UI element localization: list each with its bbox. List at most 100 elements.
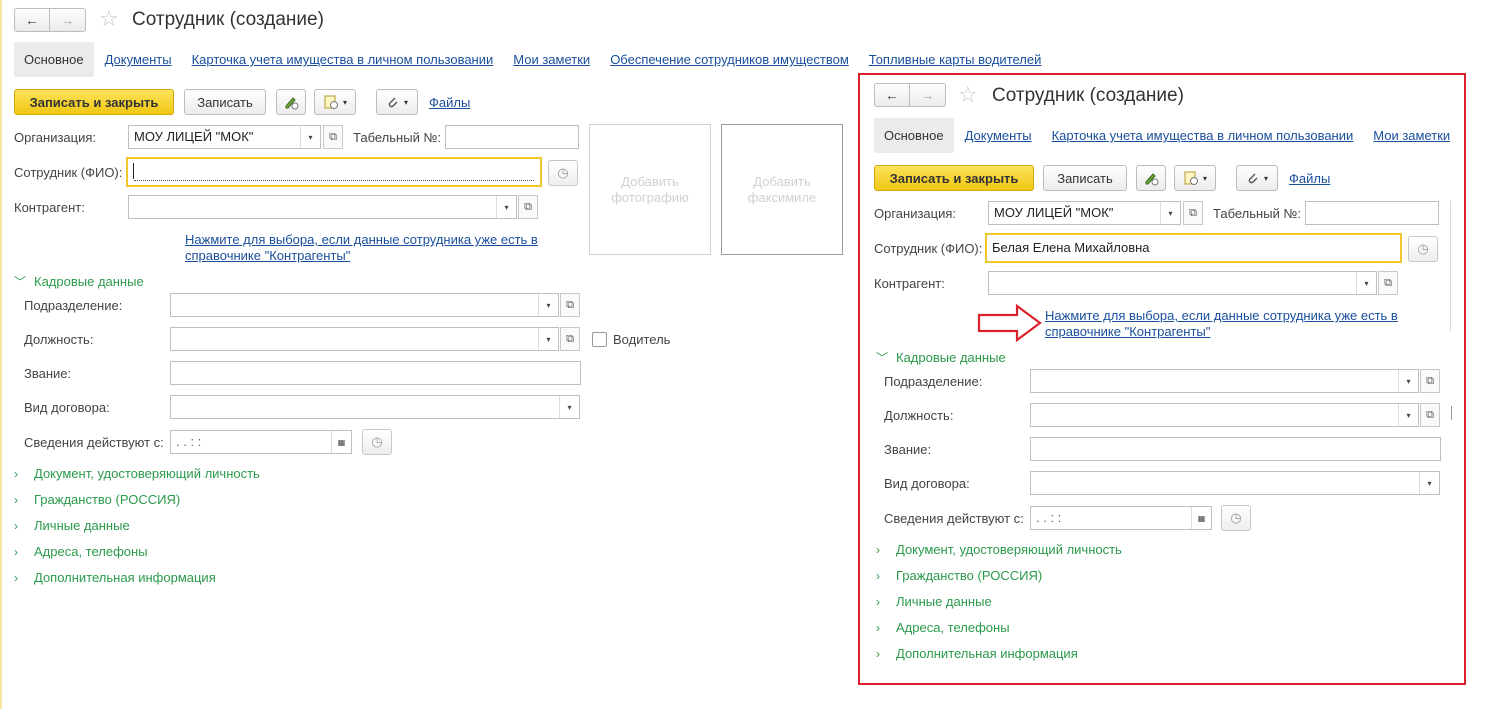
panel-divider xyxy=(1450,201,1451,331)
department-field[interactable]: ▾ xyxy=(1030,369,1419,393)
section-title: Кадровые данные xyxy=(896,350,1006,365)
section-citizenship[interactable]: › Гражданство (РОССИЯ) xyxy=(876,568,1042,583)
chevron-down-icon[interactable]: ▾ xyxy=(496,196,516,218)
chevron-down-icon[interactable]: ▾ xyxy=(1356,272,1376,294)
add-facsimile-area[interactable]: Добавить факсимиле xyxy=(721,124,843,255)
edit-pen-button[interactable] xyxy=(1136,165,1166,191)
hr-data-section[interactable]: ﹀ Кадровые данные xyxy=(14,273,144,290)
report-menu-button[interactable]: ▾ xyxy=(1174,165,1216,191)
employee-name-field[interactable] xyxy=(126,157,542,187)
report-icon xyxy=(1184,171,1198,185)
calendar-icon[interactable]: ▦ xyxy=(331,431,351,453)
open-icon[interactable]: ⧉ xyxy=(1420,403,1440,427)
back-icon[interactable]: ← xyxy=(874,83,910,107)
rank-field[interactable] xyxy=(1030,437,1441,461)
history-icon[interactable]: ◷ xyxy=(548,160,578,186)
history-icon[interactable]: ◷ xyxy=(1221,505,1251,531)
tab-number-field[interactable] xyxy=(445,125,579,149)
section-identity-document[interactable]: › Документ, удостоверяющий личность xyxy=(14,466,260,481)
contract-type-field[interactable]: ▾ xyxy=(1030,471,1440,495)
calendar-icon[interactable]: ▦ xyxy=(1191,507,1211,529)
tab-property-card[interactable]: Карточка учета имущества в личном пользо… xyxy=(1052,128,1354,143)
select-from-contractors-link-line2[interactable]: справочнике "Контрагенты" xyxy=(185,248,350,263)
contract-type-field[interactable]: ▾ xyxy=(170,395,580,419)
paperclip-icon xyxy=(388,97,398,108)
attach-menu-button[interactable]: ▾ xyxy=(376,89,418,115)
valid-from-label: Сведения действуют с: xyxy=(24,435,164,450)
tab-notes[interactable]: Мои заметки xyxy=(513,52,590,67)
chevron-down-icon[interactable]: ▾ xyxy=(1398,370,1418,392)
favorite-star-icon[interactable]: ☆ xyxy=(958,84,978,106)
contractor-field[interactable]: ▾ xyxy=(988,271,1377,295)
chevron-down-icon[interactable]: ▾ xyxy=(538,294,558,316)
open-icon[interactable]: ⧉ xyxy=(1183,201,1203,225)
organization-field[interactable]: МОУ ЛИЦЕЙ "МОК" ▾ xyxy=(128,125,321,149)
select-from-contractors-link[interactable]: Нажмите для выбора, если данные сотрудни… xyxy=(185,232,538,247)
tab-documents[interactable]: Документы xyxy=(105,52,172,67)
driver-checkbox[interactable] xyxy=(592,332,607,347)
favorite-star-icon[interactable]: ☆ xyxy=(99,8,119,30)
valid-from-date-field[interactable]: . . : : ▦ xyxy=(1030,506,1212,530)
attach-menu-button[interactable]: ▾ xyxy=(1236,165,1278,191)
section-personal-data[interactable]: › Личные данные xyxy=(876,594,992,609)
hr-data-section[interactable]: ﹀ Кадровые данные xyxy=(876,349,1006,366)
tab-documents[interactable]: Документы xyxy=(965,128,1032,143)
open-icon[interactable]: ⧉ xyxy=(323,125,343,149)
open-icon[interactable]: ⧉ xyxy=(518,195,538,219)
tab-property-card[interactable]: Карточка учета имущества в личном пользо… xyxy=(192,52,494,67)
history-icon[interactable]: ◷ xyxy=(1408,236,1438,262)
rank-field[interactable] xyxy=(170,361,581,385)
section-additional-info[interactable]: › Дополнительная информация xyxy=(876,646,1078,661)
chevron-down-icon[interactable]: ▾ xyxy=(1419,472,1439,494)
files-link[interactable]: Файлы xyxy=(1289,171,1330,186)
save-and-close-button[interactable]: Записать и закрыть xyxy=(874,165,1034,191)
tab-main[interactable]: Основное xyxy=(14,42,94,77)
section-addresses-phones[interactable]: › Адреса, телефоны xyxy=(876,620,1010,635)
edit-pen-button[interactable] xyxy=(276,89,306,115)
section-citizenship[interactable]: › Гражданство (РОССИЯ) xyxy=(14,492,180,507)
open-icon[interactable]: ⧉ xyxy=(1420,369,1440,393)
date-placeholder: . . : : xyxy=(1036,510,1062,525)
chevron-down-icon[interactable]: ▾ xyxy=(538,328,558,350)
section-personal-data[interactable]: › Личные данные xyxy=(14,518,130,533)
chevron-down-icon: ﹀ xyxy=(876,351,889,365)
contractor-field[interactable]: ▾ xyxy=(128,195,517,219)
position-field[interactable]: ▾ xyxy=(1030,403,1419,427)
tab-property-supply[interactable]: Обеспечение сотрудников имуществом xyxy=(610,52,849,67)
select-from-contractors-link-line2[interactable]: справочнике "Контрагенты" xyxy=(1045,324,1210,339)
position-field[interactable]: ▾ xyxy=(170,327,559,351)
valid-from-date-field[interactable]: . . : : ▦ xyxy=(170,430,352,454)
chevron-right-icon: › xyxy=(876,620,880,635)
section-addresses-phones[interactable]: › Адреса, телефоны xyxy=(14,544,148,559)
save-and-close-button[interactable]: Записать и закрыть xyxy=(14,89,174,115)
back-icon[interactable]: ← xyxy=(14,8,50,32)
section-additional-info[interactable]: › Дополнительная информация xyxy=(14,570,216,585)
add-facsimile-label: Добавить факсимиле xyxy=(747,173,817,205)
tab-fuel-cards[interactable]: Топливные карты водителей xyxy=(869,52,1042,67)
save-button[interactable]: Записать xyxy=(1043,165,1127,191)
open-icon[interactable]: ⧉ xyxy=(560,327,580,351)
open-icon[interactable]: ⧉ xyxy=(560,293,580,317)
chevron-down-icon[interactable]: ▾ xyxy=(300,126,320,148)
report-menu-button[interactable]: ▾ xyxy=(314,89,356,115)
window-edge xyxy=(0,0,2,709)
chevron-down-icon[interactable]: ▾ xyxy=(1160,202,1180,224)
department-field[interactable]: ▾ xyxy=(170,293,559,317)
tab-notes[interactable]: Мои заметки xyxy=(1373,128,1450,143)
add-photo-area[interactable]: Добавить фотографию xyxy=(589,124,711,255)
chevron-right-icon: › xyxy=(14,518,18,533)
chevron-down-icon[interactable]: ▾ xyxy=(559,396,579,418)
organization-field[interactable]: МОУ ЛИЦЕЙ "МОК" ▾ xyxy=(988,201,1181,225)
chevron-down-icon[interactable]: ▾ xyxy=(1398,404,1418,426)
tab-number-field[interactable] xyxy=(1305,201,1439,225)
forward-icon[interactable]: → xyxy=(50,8,86,32)
open-icon[interactable]: ⧉ xyxy=(1378,271,1398,295)
save-button[interactable]: Записать xyxy=(184,89,266,115)
employee-name-field[interactable]: Белая Елена Михайловна xyxy=(985,233,1402,263)
forward-icon[interactable]: → xyxy=(910,83,946,107)
tab-main[interactable]: Основное xyxy=(874,118,954,153)
select-from-contractors-link[interactable]: Нажмите для выбора, если данные сотрудни… xyxy=(1045,308,1398,323)
history-icon[interactable]: ◷ xyxy=(362,429,392,455)
section-identity-document[interactable]: › Документ, удостоверяющий личность xyxy=(876,542,1122,557)
files-link[interactable]: Файлы xyxy=(429,95,470,110)
